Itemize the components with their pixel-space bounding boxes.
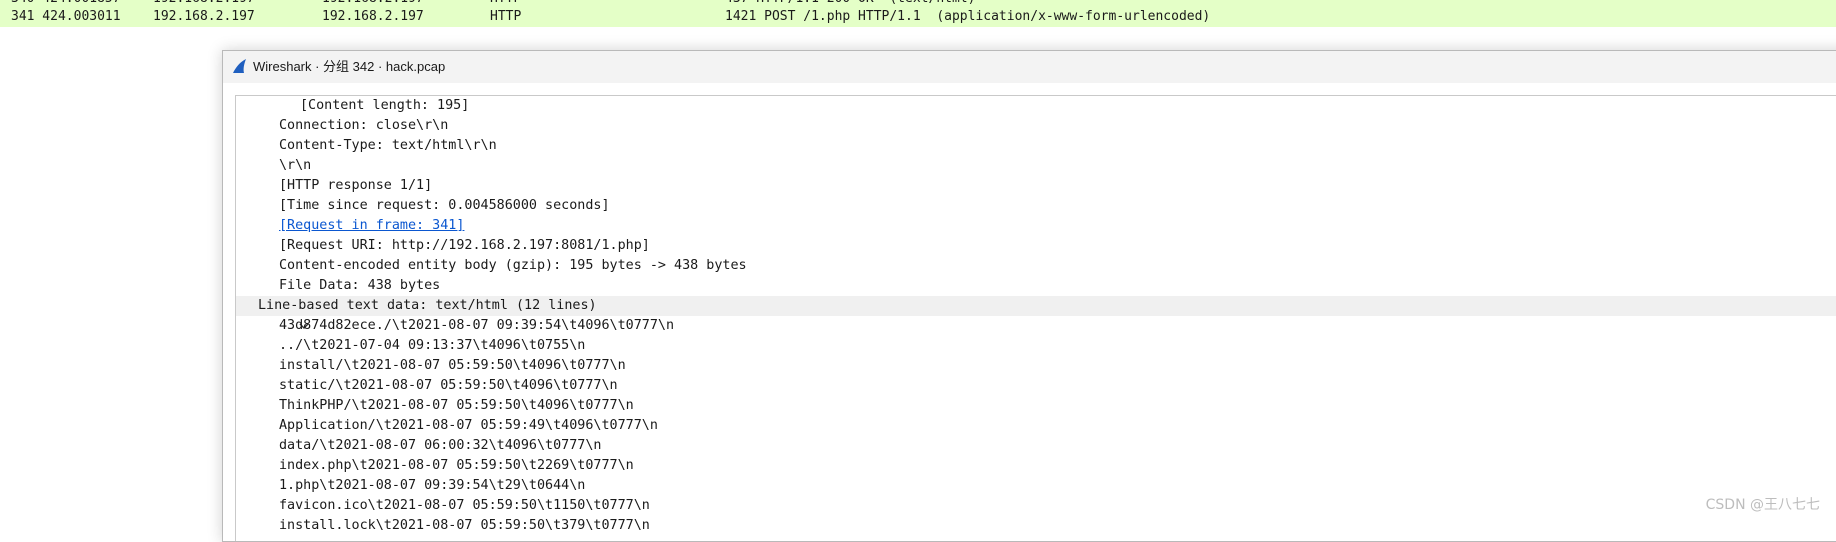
tree-item[interactable]: ThinkPHP/\t2021-08-07 05:59:50\t4096\t07… <box>236 396 1836 416</box>
tree-item-label: Connection: close\r\n <box>279 118 449 133</box>
text-data-line: index.php\t2021-08-07 05:59:50\t2269\t07… <box>279 458 634 473</box>
window-titlebar[interactable]: Wireshark · 分组 342 · hack.pcap <box>223 51 1836 83</box>
text-data-line: Application/\t2021-08-07 05:59:49\t4096\… <box>279 418 658 433</box>
text-data-line: ThinkPHP/\t2021-08-07 05:59:50\t4096\t07… <box>279 398 634 413</box>
text-data-line: data/\t2021-08-07 06:00:32\t4096\t0777\n <box>279 438 602 453</box>
tree-item[interactable]: [HTTP response 1/1] <box>236 176 1836 196</box>
tree-item[interactable]: [Request in frame: 341] <box>236 216 1836 236</box>
tree-item[interactable]: [Time since request: 0.004586000 seconds… <box>236 196 1836 216</box>
tree-item-label: [Time since request: 0.004586000 seconds… <box>279 198 610 213</box>
request-in-frame-link[interactable]: [Request in frame: 341] <box>279 216 464 236</box>
tree-item[interactable]: data/\t2021-08-07 06:00:32\t4096\t0777\n <box>236 436 1836 456</box>
packet-source: 192.168.2.197 <box>153 9 255 24</box>
text-data-line: install/\t2021-08-07 05:59:50\t4096\t077… <box>279 358 626 373</box>
tree-item[interactable]: 1.php\t2021-08-07 09:39:54\t29\t0644\n <box>236 476 1836 496</box>
packet-detail-tree[interactable]: [Content length: 195] Connection: close\… <box>235 95 1836 541</box>
text-data-line: favicon.ico\t2021-08-07 05:59:50\t1150\t… <box>279 498 650 513</box>
text-data-line: 43d874d82ece./\t2021-08-07 09:39:54\t409… <box>279 318 675 333</box>
tree-item[interactable]: [Content length: 195] <box>236 96 1836 116</box>
tree-item[interactable]: ../\t2021-07-04 09:13:37\t4096\t0755\n <box>236 336 1836 356</box>
packet-list: 340 424.001857 192.168.2.197 192.168.2.1… <box>0 0 1836 27</box>
packet-row-selected[interactable]: 341 424.003011 192.168.2.197 192.168.2.1… <box>0 7 1836 27</box>
tree-item[interactable]: 43d874d82ece./\t2021-08-07 09:39:54\t409… <box>236 316 1836 336</box>
tree-item[interactable]: File Data: 438 bytes <box>236 276 1836 296</box>
packet-no-time: 341 424.003011 <box>11 9 121 24</box>
window-title: Wireshark · 分组 342 · hack.pcap <box>253 59 446 74</box>
packet-destination: 192.168.2.197 <box>322 9 424 24</box>
tree-item-label: Content-Type: text/html\r\n <box>279 138 497 153</box>
packet-protocol: HTTP <box>490 9 522 24</box>
watermark: CSDN @王八七七 <box>1705 497 1820 513</box>
tree-item[interactable]: Connection: close\r\n <box>236 116 1836 136</box>
tree-item[interactable]: Content-Type: text/html\r\n <box>236 136 1836 156</box>
tree-item[interactable]: install/\t2021-08-07 05:59:50\t4096\t077… <box>236 356 1836 376</box>
tree-item[interactable]: index.php\t2021-08-07 05:59:50\t2269\t07… <box>236 456 1836 476</box>
tree-item-line-based-text[interactable]: Line-based text data: text/html (12 line… <box>236 296 1836 329</box>
tree-item[interactable]: [Request URI: http://192.168.2.197:8081/… <box>236 236 1836 256</box>
tree-item-label: [Content length: 195] <box>300 98 470 113</box>
tree-item-label: File Data: 438 bytes <box>279 278 441 293</box>
tree-item[interactable]: Application/\t2021-08-07 05:59:49\t4096\… <box>236 416 1836 436</box>
text-data-line: static/\t2021-08-07 05:59:50\t4096\t0777… <box>279 378 618 393</box>
tree-item-label: Content-encoded entity body (gzip): 195 … <box>279 258 747 273</box>
packet-detail-window: Wireshark · 分组 342 · hack.pcap [Content … <box>222 50 1836 542</box>
packet-info: 1421 POST /1.php HTTP/1.1 (application/x… <box>725 9 1211 24</box>
tree-item[interactable]: favicon.ico\t2021-08-07 05:59:50\t1150\t… <box>236 496 1836 516</box>
text-data-line: ../\t2021-07-04 09:13:37\t4096\t0755\n <box>279 338 586 353</box>
wireshark-fin-icon <box>231 58 247 74</box>
tree-item[interactable]: Content-encoded entity body (gzip): 195 … <box>236 256 1836 276</box>
tree-item-label: [HTTP response 1/1] <box>279 178 433 193</box>
tree-item-label: Line-based text data: text/html (12 line… <box>258 298 597 313</box>
text-data-line: install.lock\t2021-08-07 05:59:50\t379\t… <box>279 518 650 533</box>
tree-item[interactable]: \r\n <box>236 156 1836 176</box>
tree-item-label: \r\n <box>279 158 312 173</box>
tree-item[interactable]: install.lock\t2021-08-07 05:59:50\t379\t… <box>236 516 1836 536</box>
text-data-line: 1.php\t2021-08-07 09:39:54\t29\t0644\n <box>279 478 586 493</box>
tree-item-label: [Request URI: http://192.168.2.197:8081/… <box>279 238 650 253</box>
tree-item[interactable]: static/\t2021-08-07 05:59:50\t4096\t0777… <box>236 376 1836 396</box>
